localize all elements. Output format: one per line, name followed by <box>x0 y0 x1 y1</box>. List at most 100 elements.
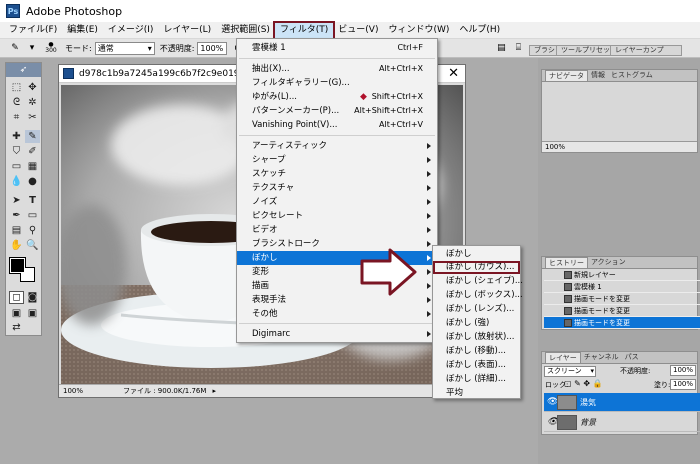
tab-actions[interactable]: アクション <box>588 257 629 268</box>
menu-select[interactable]: 選択範囲(S) <box>216 23 275 38</box>
filter-noise[interactable]: ノイズ <box>237 195 437 209</box>
history-row-selected[interactable]: 描画モードを変更 <box>544 317 700 329</box>
document-icon <box>63 68 74 79</box>
shape-blur-item[interactable]: ぼかし (シェイプ)... <box>433 275 523 288</box>
hand-tool-icon[interactable]: ✋ <box>9 239 24 252</box>
history-row[interactable]: 新規レイヤー <box>544 269 700 281</box>
menu-file[interactable]: ファイル(F) <box>4 23 62 38</box>
standard-mode-icon[interactable]: ◻ <box>9 291 24 304</box>
layer-row-steam[interactable]: 👁 湯気 <box>544 393 700 412</box>
screen-mode-standard-icon[interactable]: ▣ <box>9 307 24 320</box>
magic-wand-tool-icon[interactable]: ✲ <box>25 96 40 109</box>
history-brush-tool-icon[interactable]: ✐ <box>25 145 40 158</box>
palette-well-tab-layer-comps[interactable]: レイヤーカンプ <box>610 45 682 56</box>
tab-info[interactable]: 情報 <box>588 70 608 81</box>
zoom-tool-icon[interactable]: 🔍 <box>25 239 40 252</box>
navigator-zoom[interactable]: 100% <box>542 141 697 152</box>
filter-sharpen[interactable]: シャープ <box>237 153 437 167</box>
filter-artistic[interactable]: アーティスティック <box>237 139 437 153</box>
surface-blur-item[interactable]: ぼかし (表面)... <box>433 359 520 372</box>
history-row[interactable]: 描画モードを変更 <box>544 293 700 305</box>
move-tool-icon[interactable]: ✥ <box>25 81 40 94</box>
smart-blur-item[interactable]: ぼかし (詳細)... <box>433 373 520 386</box>
close-icon[interactable]: ✕ <box>448 67 459 80</box>
filter-gallery[interactable]: フィルタギャラリー(G)... <box>237 76 437 90</box>
brush-preset-picker[interactable]: ● 300 <box>42 42 60 55</box>
box-blur-item[interactable]: ぼかし (ボックス)... <box>433 289 523 302</box>
eyedropper-tool-icon[interactable]: ⚲ <box>25 224 40 237</box>
zoom-level[interactable]: 100% <box>63 387 93 395</box>
filter-video[interactable]: ビデオ <box>237 223 437 237</box>
palette-toggle-icon[interactable]: ▤ <box>494 42 508 55</box>
filter-vanishing-point[interactable]: Vanishing Point(V)... Alt+Ctrl+V <box>237 118 437 132</box>
clone-stamp-tool-icon[interactable]: ⛉ <box>9 145 24 158</box>
filter-digimarc[interactable]: Digimarc <box>237 327 437 341</box>
blur-tool-icon[interactable]: 💧 <box>9 175 24 188</box>
average-item[interactable]: 平均 <box>433 387 520 400</box>
gradient-tool-icon[interactable]: ▦ <box>25 160 40 173</box>
opacity-field[interactable]: 100% <box>197 41 228 55</box>
menu-image[interactable]: イメージ(I) <box>103 23 159 38</box>
tab-layers[interactable]: レイヤー <box>545 352 581 363</box>
quick-mask-mode-icon[interactable]: ◙ <box>25 291 40 304</box>
menu-filter[interactable]: フィルタ(T) <box>272 20 336 40</box>
lasso-tool-icon[interactable]: ᘓ <box>9 96 24 109</box>
blur-more-item[interactable]: ぼかし (強) <box>433 317 520 330</box>
path-selection-tool-icon[interactable]: ➤ <box>9 194 24 207</box>
tab-channels[interactable]: チャンネル <box>581 352 622 363</box>
layer-row-background[interactable]: 👁 背景 <box>544 413 700 432</box>
filter-extract[interactable]: 抽出(X)... Alt+Ctrl+X <box>237 62 437 76</box>
history-panel: ヒストリー アクション 新規レイヤー 雲模様 1 描画モードを変更 描画モードを… <box>541 256 700 330</box>
tab-navigator[interactable]: ナビゲータ <box>545 70 588 81</box>
filter-gallery-label: フィルタギャラリー(G)... <box>252 78 350 88</box>
fill-field[interactable]: 100% <box>670 379 696 390</box>
menu-layer[interactable]: レイヤー(L) <box>158 23 216 38</box>
shape-tool-icon[interactable]: ▭ <box>25 209 40 222</box>
screen-mode-full-icon[interactable]: ▣ <box>25 307 40 320</box>
slice-tool-icon[interactable]: ✂ <box>25 111 40 124</box>
file-browser-icon[interactable]: ⌸ <box>511 42 525 55</box>
gaussian-blur-item[interactable]: ぼかし (ガウス)... <box>433 261 520 274</box>
filter-other[interactable]: その他 <box>237 307 437 321</box>
brush-tool-icon[interactable]: ✎ <box>25 130 40 143</box>
filter-pixelate[interactable]: ピクセレート <box>237 209 437 223</box>
healing-brush-tool-icon[interactable]: ✚ <box>9 130 24 143</box>
menu-window[interactable]: ウィンドウ(W) <box>383 23 454 38</box>
palette-well-tab-tool-presets[interactable]: ツールプリセット <box>556 45 617 56</box>
dodge-tool-icon[interactable]: ● <box>25 175 40 188</box>
foreground-color-swatch-top[interactable] <box>10 258 25 273</box>
tool-preset-dropdown-icon[interactable]: ▾ <box>25 42 39 55</box>
filter-pattern-maker[interactable]: パターンメーカー(P)... Alt+Shift+Ctrl+X <box>237 104 437 118</box>
tab-history[interactable]: ヒストリー <box>545 257 588 268</box>
mode-select[interactable]: 通常 ▾ <box>94 41 155 55</box>
history-row[interactable]: 描画モードを変更 <box>544 305 700 317</box>
pen-tool-icon[interactable]: ✒ <box>9 209 24 222</box>
type-tool-icon[interactable]: T <box>25 194 40 207</box>
radial-blur-item[interactable]: ぼかし (放射状)... <box>433 331 520 344</box>
notes-tool-icon[interactable]: ▤ <box>9 224 24 237</box>
menu-separator <box>239 323 435 324</box>
blend-mode-select[interactable]: スクリーン ▾ <box>544 366 596 377</box>
history-row[interactable]: 雲模様 1 <box>544 281 700 293</box>
crop-tool-icon[interactable]: ⌗ <box>9 111 24 124</box>
lens-blur-item[interactable]: ぼかし (レンズ)... <box>433 303 520 316</box>
motion-blur-item[interactable]: ぼかし (移動)... <box>433 345 520 358</box>
marquee-tool-icon[interactable]: ⬚ <box>9 81 24 94</box>
menu-help[interactable]: ヘルプ(H) <box>454 23 505 38</box>
tab-histogram[interactable]: ヒストグラム <box>608 70 656 81</box>
filter-last-filter[interactable]: 雲模様 1 Ctrl+F <box>237 41 437 55</box>
chevron-right-icon[interactable]: ▸ <box>212 387 216 395</box>
filter-liquify[interactable]: ゆがみ(L)... ◆ Shift+Ctrl+X <box>237 90 437 104</box>
menu-view[interactable]: ビュー(V) <box>333 23 383 38</box>
brush-tool-icon[interactable]: ✎ <box>8 42 22 55</box>
eraser-tool-icon[interactable]: ▭ <box>9 160 24 173</box>
filter-texture[interactable]: テクスチャ <box>237 181 437 195</box>
layer-opacity-field[interactable]: 100% <box>670 365 696 376</box>
file-size-info[interactable]: ファイル : 900.0K/1.76M <box>123 386 206 396</box>
tab-paths[interactable]: パス <box>622 352 642 363</box>
lock-icons[interactable]: ▢ ✎ ✥ 🔒 <box>564 379 603 388</box>
filter-sketch[interactable]: スケッチ <box>237 167 437 181</box>
jump-to-imageready-icon[interactable]: ⇄ <box>9 321 24 334</box>
blur-item[interactable]: ぼかし <box>433 248 520 261</box>
menu-edit[interactable]: 編集(E) <box>62 23 103 38</box>
